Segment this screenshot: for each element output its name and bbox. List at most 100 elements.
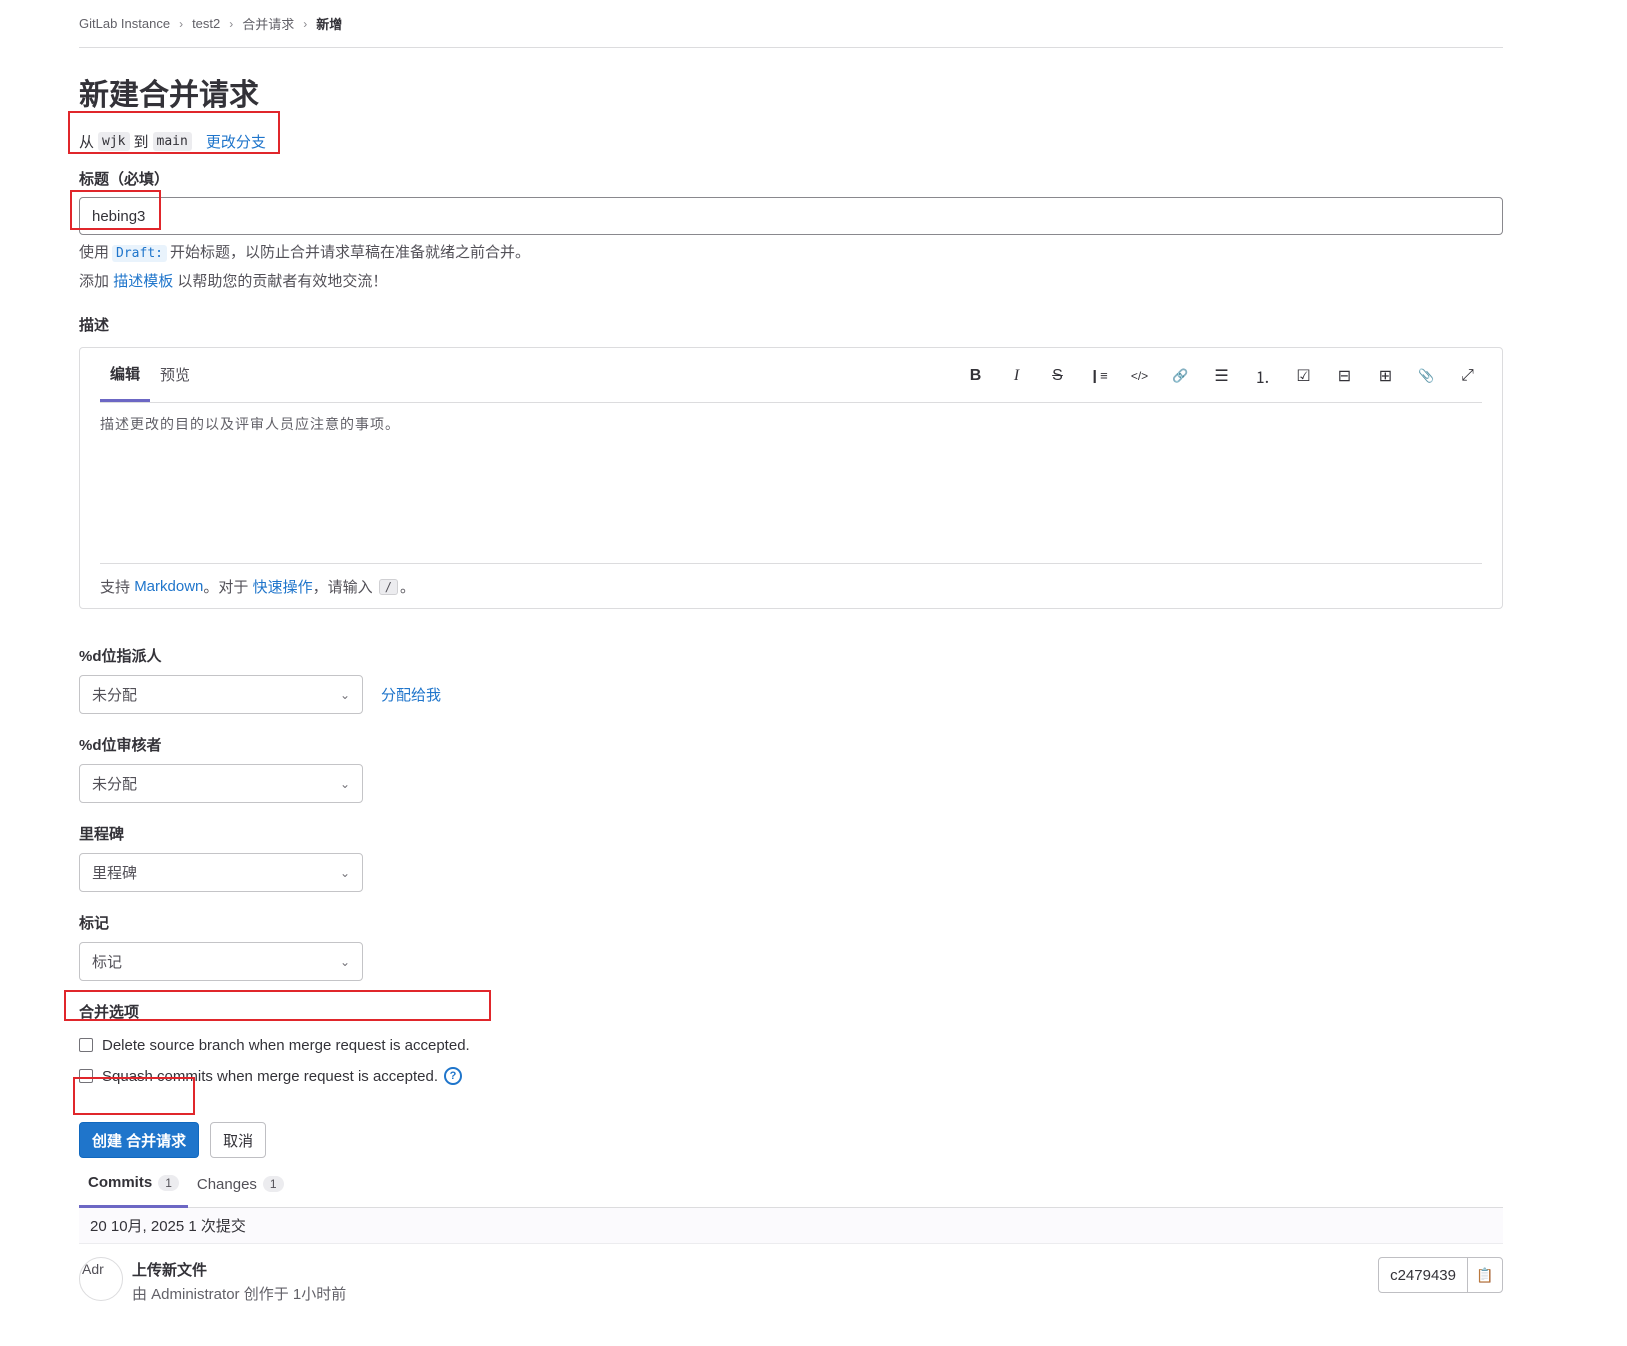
- tab-commits[interactable]: Commits 1: [79, 1160, 188, 1208]
- fullscreen-icon[interactable]: ⤢: [1447, 364, 1488, 388]
- numbered-list-icon[interactable]: ⒈: [1242, 364, 1283, 388]
- clipboard-icon[interactable]: 📋: [1468, 1258, 1502, 1292]
- reviewer-select-value: 未分配: [92, 776, 138, 793]
- tab-write[interactable]: 编辑: [100, 347, 151, 402]
- labels-select[interactable]: 标记 ⌄: [79, 942, 363, 981]
- attach-icon[interactable]: 📎: [1406, 364, 1447, 388]
- footer-type: ，请输入: [312, 579, 373, 596]
- page-root: GitLab Instance › test2 › 合并请求 › 新增 新建合并…: [79, 0, 1503, 1314]
- tab-changes[interactable]: Changes 1: [188, 1160, 293, 1208]
- breadcrumb-item-current: 新增: [316, 17, 343, 32]
- chevron-right-icon: ›: [179, 16, 184, 31]
- milestone-label: 里程碑: [79, 826, 125, 843]
- description-template-link[interactable]: 描述模板: [113, 273, 173, 290]
- labels-select-value: 标记: [92, 954, 123, 971]
- tab-commits-label: Commits: [88, 1174, 153, 1191]
- footer-end: 。: [400, 579, 416, 596]
- create-merge-request-button[interactable]: 创建 合并请求: [79, 1122, 200, 1158]
- chevron-down-icon: ⌄: [339, 954, 350, 969]
- breadcrumb-item-instance[interactable]: GitLab Instance: [79, 16, 170, 31]
- branch-info: 从 wjk 到 main 更改分支: [79, 128, 1503, 154]
- draft-help-prefix: 使用: [79, 244, 110, 261]
- link-icon[interactable]: 🔗: [1160, 364, 1201, 388]
- draft-code[interactable]: Draft:: [112, 245, 167, 262]
- avatar[interactable]: Adr: [79, 1257, 123, 1301]
- question-circle-icon[interactable]: ?: [444, 1067, 462, 1085]
- description-label: 描述: [79, 317, 110, 334]
- title-input-value: hebing3: [92, 207, 146, 225]
- squash-option[interactable]: Squash commits when merge request is acc…: [79, 1066, 1503, 1086]
- commit-day-header: 20 10月, 2025 1 次提交: [79, 1208, 1503, 1244]
- tab-preview[interactable]: 预览: [150, 347, 200, 402]
- commit-meta: 由 Administrator 创作于 1小时前: [132, 1286, 347, 1303]
- title-label: 标题（必填）: [79, 171, 170, 188]
- assign-to-me-link[interactable]: 分配给我: [381, 684, 441, 705]
- assignee-select-value: 未分配: [92, 687, 138, 704]
- commit-sha-button[interactable]: c2479439: [1379, 1258, 1468, 1292]
- description-editor: 编辑 预览 B I S ❙≡ </> 🔗 ☰ ⒈ ☑ ⊟ ⊞ 📎 ⤢ 描述更改的…: [79, 347, 1503, 609]
- bold-icon[interactable]: B: [955, 364, 996, 388]
- draft-help-suffix: 开始标题，以防止合并请求草稿在准备就绪之前合并。: [169, 244, 530, 261]
- footer-prefix: 支持: [100, 579, 131, 596]
- italic-icon[interactable]: I: [996, 364, 1037, 388]
- merge-options-label: 合并选项: [79, 1004, 140, 1021]
- markdown-link[interactable]: Markdown: [134, 578, 203, 595]
- slash-command-chip: /: [378, 578, 399, 595]
- labels-row: 标记 ⌄: [79, 942, 1503, 981]
- task-list-icon[interactable]: ☑: [1283, 364, 1324, 388]
- chevron-right-icon: ›: [303, 16, 308, 31]
- description-textarea-placeholder[interactable]: 描述更改的目的以及评审人员应注意的事项。: [100, 414, 400, 434]
- breadcrumb-item-merge-requests[interactable]: 合并请求: [242, 14, 294, 33]
- branch-to-text: 到: [133, 133, 149, 151]
- draft-help: 使用 Draft: 开始标题，以防止合并请求草稿在准备就绪之前合并。: [79, 243, 1503, 264]
- assignee-row: 未分配 ⌄ 分配给我: [79, 675, 1503, 714]
- cancel-button[interactable]: 取消: [210, 1122, 267, 1158]
- title-input[interactable]: hebing3: [79, 197, 1503, 235]
- template-help-suffix: 以帮助您的贡献者有效地交流！: [177, 273, 388, 290]
- chevron-right-icon: ›: [229, 16, 234, 31]
- form-actions: 创建 合并请求 取消: [79, 1122, 1503, 1158]
- bulleted-list-icon[interactable]: ☰: [1201, 364, 1242, 388]
- quick-actions-link[interactable]: 快速操作: [253, 576, 313, 597]
- strikethrough-icon[interactable]: S: [1037, 364, 1078, 388]
- template-help: 添加 描述模板 以帮助您的贡献者有效地交流！: [79, 272, 1503, 292]
- tab-changes-label: Changes: [196, 1175, 257, 1193]
- commit-title[interactable]: 上传新文件: [132, 1259, 207, 1280]
- commits-count-badge: 1: [158, 1174, 179, 1191]
- source-branch: wjk: [98, 131, 130, 151]
- page-title: 新建合并请求: [79, 79, 259, 112]
- assignee-select[interactable]: 未分配 ⌄: [79, 675, 363, 714]
- breadcrumb-item-project[interactable]: test2: [192, 16, 220, 31]
- quote-icon[interactable]: ❙≡: [1078, 364, 1119, 388]
- avatar-alt-text: Adr: [82, 1261, 104, 1277]
- table-icon[interactable]: ⊞: [1365, 364, 1406, 388]
- milestone-row: 里程碑 ⌄: [79, 853, 1503, 892]
- reviewer-select[interactable]: 未分配 ⌄: [79, 764, 363, 803]
- delete-source-checkbox[interactable]: [79, 1038, 93, 1052]
- chevron-down-icon: ⌄: [339, 865, 350, 880]
- chevron-down-icon: ⌄: [339, 776, 350, 791]
- milestone-select[interactable]: 里程碑 ⌄: [79, 853, 363, 892]
- code-icon[interactable]: </>: [1119, 364, 1160, 388]
- template-help-prefix: 添加: [79, 273, 110, 290]
- collapsible-icon[interactable]: ⊟: [1324, 364, 1365, 388]
- commit-list-item: Adr 上传新文件 由 Administrator 创作于 1小时前 c2479…: [79, 1244, 1503, 1314]
- assignee-label: %d位指派人: [79, 648, 162, 665]
- squash-text: Squash commits when merge request is acc…: [102, 1067, 438, 1085]
- squash-checkbox[interactable]: [79, 1069, 93, 1083]
- delete-source-option[interactable]: Delete source branch when merge request …: [79, 1035, 1503, 1055]
- delete-source-text: Delete source branch when merge request …: [102, 1036, 470, 1054]
- change-branches-link[interactable]: 更改分支: [206, 131, 266, 152]
- reviewer-row: 未分配 ⌄: [79, 764, 1503, 803]
- target-branch: main: [152, 131, 192, 151]
- milestone-select-value: 里程碑: [92, 865, 138, 882]
- mr-tabs: Commits 1 Changes 1: [79, 1160, 1503, 1208]
- branch-from-text: 从: [79, 133, 95, 151]
- commit-sha-group: c2479439 📋: [1378, 1257, 1503, 1293]
- reviewer-label: %d位审核者: [79, 737, 162, 754]
- footer-mid: 。对于: [203, 579, 249, 596]
- labels-label: 标记: [79, 915, 110, 932]
- changes-count-badge: 1: [262, 1176, 284, 1192]
- editor-footer: 支持 Markdown 。对于 快速操作 ，请输入 /。: [100, 563, 1482, 597]
- markdown-toolbar: B I S ❙≡ </> 🔗 ☰ ⒈ ☑ ⊟ ⊞ 📎 ⤢: [955, 364, 1488, 388]
